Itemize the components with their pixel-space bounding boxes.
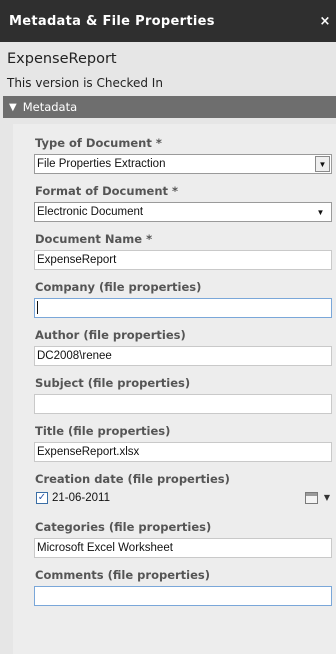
creation-date-checkbox[interactable]: ✓ bbox=[36, 492, 48, 504]
document-status: This version is Checked In bbox=[7, 76, 163, 90]
type-of-document-value: File Properties Extraction bbox=[37, 158, 166, 170]
author-input[interactable]: DC2008\renee bbox=[34, 346, 332, 366]
subject-label: Subject (file properties) bbox=[35, 376, 191, 390]
panel-titlebar: Metadata & File Properties × bbox=[0, 0, 336, 42]
format-of-document-select[interactable]: Electronic Document ▼ bbox=[34, 202, 332, 222]
title-label: Title (file properties) bbox=[35, 424, 171, 438]
creation-date-picker: ✓ 21-06-2011 ▼ bbox=[34, 490, 332, 508]
dropdown-arrow-icon[interactable]: ▼ bbox=[315, 156, 330, 172]
metadata-panel: Metadata & File Properties × ExpenseRepo… bbox=[0, 0, 336, 654]
format-of-document-value: Electronic Document bbox=[37, 206, 144, 218]
format-of-document-label: Format of Document * bbox=[35, 184, 179, 198]
company-input[interactable] bbox=[34, 298, 332, 318]
comments-input[interactable] bbox=[34, 586, 332, 606]
metadata-section-toggle[interactable]: ▼ Metadata bbox=[3, 96, 336, 118]
document-name-heading: ExpenseReport bbox=[7, 51, 117, 67]
calendar-dropdown-arrow-icon[interactable]: ▼ bbox=[324, 493, 330, 502]
type-of-document-label: Type of Document * bbox=[35, 136, 162, 150]
creation-date-value[interactable]: 21-06-2011 bbox=[52, 492, 110, 504]
title-input[interactable]: ExpenseReport.xlsx bbox=[34, 442, 332, 462]
author-label: Author (file properties) bbox=[35, 328, 186, 342]
subject-input[interactable] bbox=[34, 394, 332, 414]
document-name-input[interactable]: ExpenseReport bbox=[34, 250, 332, 270]
expand-triangle-icon: ▼ bbox=[9, 101, 17, 113]
comments-label: Comments (file properties) bbox=[35, 568, 211, 582]
close-icon[interactable]: × bbox=[318, 14, 332, 29]
section-label: Metadata bbox=[22, 100, 78, 114]
company-label: Company (file properties) bbox=[35, 280, 202, 294]
categories-input[interactable]: Microsoft Excel Worksheet bbox=[34, 538, 332, 558]
panel-title: Metadata & File Properties bbox=[9, 13, 215, 29]
type-of-document-select[interactable]: File Properties Extraction ▼ bbox=[34, 154, 332, 174]
creation-date-label: Creation date (file properties) bbox=[35, 472, 230, 486]
categories-label: Categories (file properties) bbox=[35, 520, 212, 534]
document-name-label: Document Name * bbox=[35, 232, 153, 246]
text-caret bbox=[37, 301, 38, 314]
dropdown-arrow-icon[interactable]: ▼ bbox=[313, 204, 328, 220]
calendar-icon[interactable] bbox=[305, 492, 318, 504]
